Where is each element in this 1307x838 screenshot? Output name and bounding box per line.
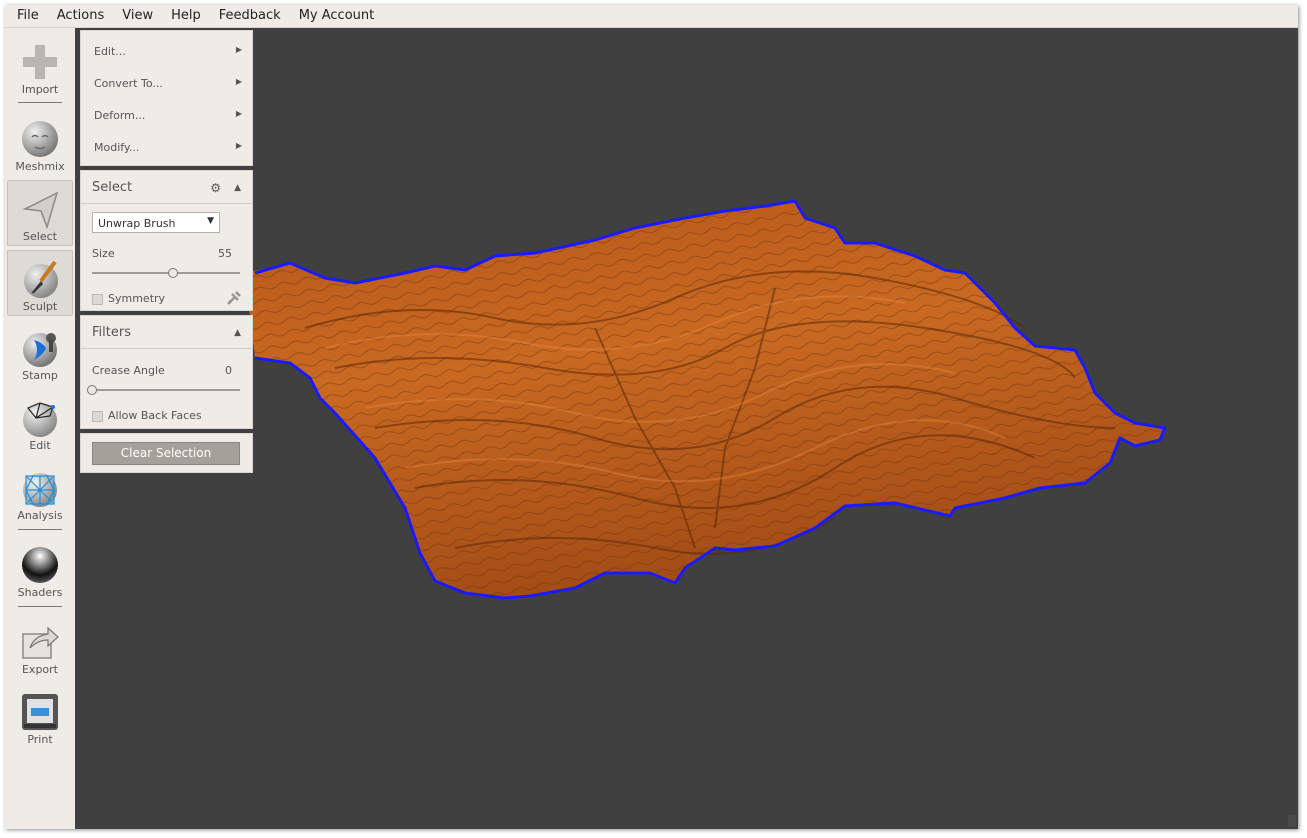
brush-type-dropdown[interactable]: Unwrap Brush ▼ <box>92 212 220 233</box>
menu-item-convert-to[interactable]: Convert To... ▶ <box>94 77 242 95</box>
toolbar-divider <box>18 529 62 530</box>
menu-item-label: Deform... <box>94 109 146 122</box>
allow-back-faces-checkbox[interactable] <box>92 411 103 422</box>
analysis-mesh-icon <box>23 473 57 507</box>
brush-icon <box>24 260 58 298</box>
menu-file[interactable]: File <box>5 5 48 27</box>
symmetry-checkbox[interactable] <box>92 294 103 305</box>
submenu-arrow-icon: ▶ <box>235 109 242 118</box>
terrain-mesh[interactable] <box>75 28 1298 829</box>
toolbar-divider <box>18 606 62 607</box>
menu-item-label: Convert To... <box>94 77 163 90</box>
meshmixer-window: File Actions View Help Feedback My Accou… <box>5 5 1298 829</box>
clear-selection-panel: Clear Selection <box>80 433 253 473</box>
edit-mesh-icon <box>23 402 57 437</box>
menu-item-deform[interactable]: Deform... ▶ <box>94 109 242 127</box>
menu-item-label: Modify... <box>94 141 140 154</box>
resize-grip[interactable] <box>1288 815 1296 827</box>
symmetry-label: Symmetry <box>108 292 166 305</box>
crease-angle-label: Crease Angle <box>92 364 165 377</box>
export-label: Export <box>21 663 58 676</box>
size-slider-thumb[interactable] <box>168 268 179 278</box>
edit-label: Edit <box>29 439 51 452</box>
analysis-label: Analysis <box>17 509 63 522</box>
import-button[interactable]: Import <box>7 34 73 98</box>
bunny-head-icon <box>22 121 58 157</box>
edit-button[interactable]: Edit <box>7 390 73 454</box>
submenu-arrow-icon: ▶ <box>235 77 242 86</box>
meshmix-label: Meshmix <box>15 160 65 173</box>
meshmix-button[interactable]: Meshmix <box>7 111 73 175</box>
printer-icon <box>22 694 58 730</box>
menu-view[interactable]: View <box>113 5 162 27</box>
left-toolbar: Import Meshmix Select Sculpt Stamp Edit … <box>5 28 75 829</box>
crease-angle-value: 0 <box>225 364 232 377</box>
collapse-icon[interactable]: ▲ <box>234 328 241 338</box>
shader-sphere-icon <box>22 547 58 583</box>
panel-divider <box>81 348 252 349</box>
menu-item-edit[interactable]: Edit... ▶ <box>94 45 242 63</box>
filters-panel: Filters ▲ Crease Angle 0 Allow Back Face… <box>80 315 253 429</box>
print-button[interactable]: Print <box>7 684 73 748</box>
menu-help[interactable]: Help <box>162 5 210 27</box>
stamp-label: Stamp <box>22 369 58 382</box>
import-label: Import <box>21 83 59 96</box>
size-value: 55 <box>218 247 232 260</box>
size-slider-track[interactable] <box>92 272 240 274</box>
panel-divider <box>81 203 252 204</box>
panel-title: Select <box>92 180 133 195</box>
plus-icon <box>23 45 57 79</box>
menu-item-modify[interactable]: Modify... ▶ <box>94 141 242 159</box>
menu-my-account[interactable]: My Account <box>290 5 384 27</box>
dropdown-value: Unwrap Brush <box>98 217 176 230</box>
menu-item-label: Edit... <box>94 45 126 58</box>
shaders-button[interactable]: Shaders <box>7 537 73 601</box>
collapse-icon[interactable]: ▲ <box>234 183 241 193</box>
select-label: Select <box>23 230 57 243</box>
print-label: Print <box>27 733 53 746</box>
stamp-icon <box>23 333 57 367</box>
menu-bar: File Actions View Help Feedback My Accou… <box>5 5 1298 28</box>
crease-slider-thumb[interactable] <box>87 385 97 395</box>
select-panel: Select ⚙ ▲ Unwrap Brush ▼ Size 55 Symmet… <box>80 170 253 311</box>
chevron-down-icon: ▼ <box>207 216 214 226</box>
crease-slider-track[interactable] <box>92 389 240 391</box>
clear-selection-button[interactable]: Clear Selection <box>92 442 240 465</box>
cursor-arrow-icon <box>22 191 59 229</box>
panel-title: Filters <box>92 325 131 340</box>
sculpt-button[interactable]: Sculpt <box>7 250 73 316</box>
export-button[interactable]: Export <box>7 614 73 678</box>
gear-icon[interactable]: ⚙ <box>210 181 221 195</box>
symmetry-settings-icon[interactable] <box>226 290 242 306</box>
sculpt-label: Sculpt <box>22 300 58 313</box>
toolbar-divider <box>18 102 62 103</box>
selection-actions-menu: Edit... ▶ Convert To... ▶ Deform... ▶ Mo… <box>80 30 253 166</box>
analysis-button[interactable]: Analysis <box>7 460 73 524</box>
select-button[interactable]: Select <box>7 180 73 246</box>
stamp-button[interactable]: Stamp <box>7 320 73 384</box>
menu-actions[interactable]: Actions <box>48 5 114 27</box>
allow-back-faces-label: Allow Back Faces <box>108 409 202 422</box>
submenu-arrow-icon: ▶ <box>235 45 242 54</box>
menu-feedback[interactable]: Feedback <box>210 5 290 27</box>
export-arrow-icon <box>22 626 59 659</box>
submenu-arrow-icon: ▶ <box>235 141 242 150</box>
size-label: Size <box>92 247 115 260</box>
3d-viewport[interactable] <box>75 28 1298 829</box>
shaders-label: Shaders <box>17 586 63 599</box>
